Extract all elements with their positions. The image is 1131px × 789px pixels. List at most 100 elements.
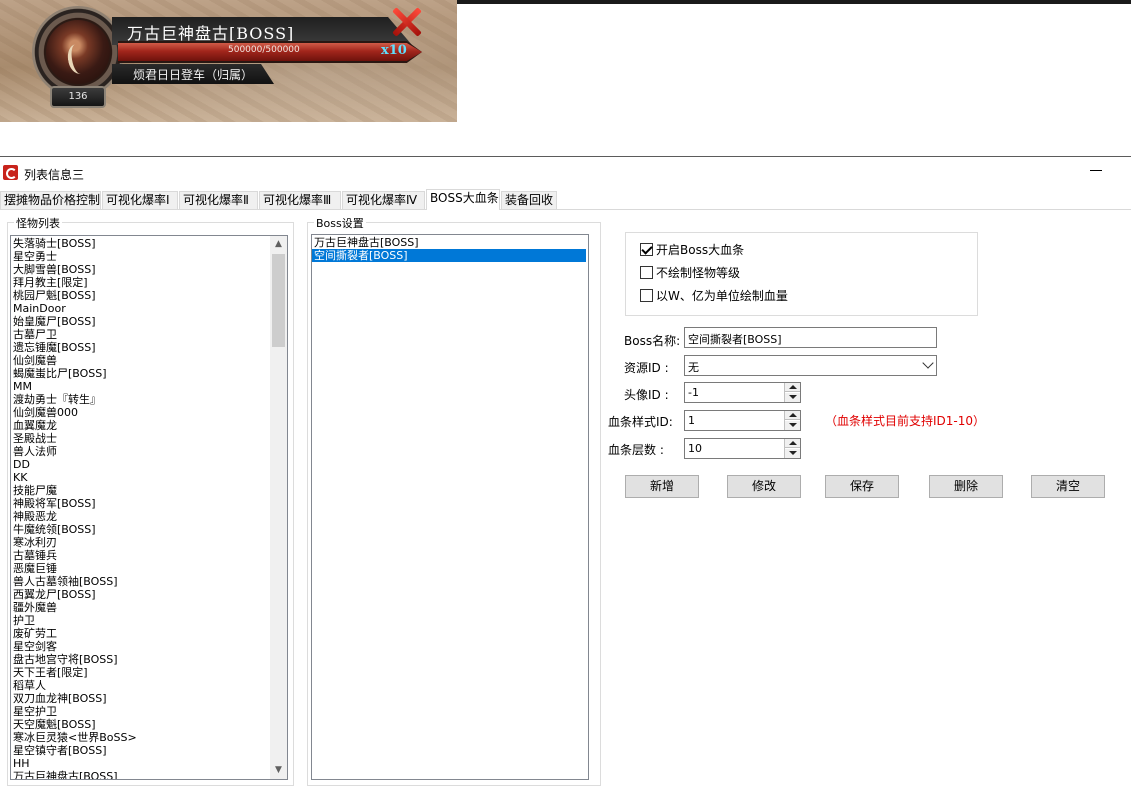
monster-list-item[interactable]: 始皇魔尸[BOSS] [11,315,269,328]
monster-list-item[interactable]: 圣殿战士 [11,432,269,445]
spin-down-icon[interactable] [785,393,800,402]
monster-list-item[interactable]: 盘古地宫守将[BOSS] [11,653,269,666]
monster-list-item[interactable]: 星空镇守者[BOSS] [11,744,269,757]
tab-boss-hp-bar[interactable]: BOSS大血条 [426,189,500,210]
bar-style-spin-buttons[interactable] [784,411,800,430]
boss-list-item[interactable]: 空间撕裂者[BOSS] [312,249,586,262]
monster-list-item[interactable]: 星空护卫 [11,705,269,718]
monster-list-item[interactable]: 星空剑客 [11,640,269,653]
monster-list-item[interactable]: 恶魔巨锤 [11,562,269,575]
chevron-down-icon[interactable] [922,357,934,369]
monster-list-item[interactable]: 技能尸魔 [11,484,269,497]
monster-list-item[interactable]: MainDoor [11,302,269,315]
spin-up-icon[interactable] [785,411,800,420]
monster-list-item[interactable]: 万古巨神盘古[BOSS] [11,770,269,779]
boss-portrait [46,20,110,84]
monster-list-item[interactable]: 古墓锤兵 [11,549,269,562]
tab-equip-recycle[interactable]: 装备回收 [501,191,557,209]
title-bar[interactable]: 列表信息三 [0,157,1131,187]
avatar-id-label: 头像ID : [624,388,669,402]
resource-id-label: 资源ID : [624,361,669,375]
tab-visual-drop-2[interactable]: 可视化爆率Ⅱ [179,191,258,209]
close-icon[interactable] [390,6,422,38]
monster-list-item[interactable]: 蝎魔蚩比尸[BOSS] [11,367,269,380]
monster-list-item[interactable]: 双刀血龙神[BOSS] [11,692,269,705]
boss-name-text: 万古巨神盘古[BOSS] [127,24,295,43]
scroll-down-icon[interactable]: ▼ [270,762,287,779]
add-button[interactable]: 新增 [625,475,699,498]
checkbox-checked-icon[interactable] [640,243,653,256]
checkbox-unchecked-icon[interactable] [640,266,653,279]
checkbox-unchecked-icon[interactable] [640,289,653,302]
window-title: 列表信息三 [24,168,85,182]
spin-up-icon[interactable] [785,383,800,392]
monster-list-item[interactable]: 神殿恶龙 [11,510,269,523]
boss-portrait-frame [32,6,124,98]
monster-list-item[interactable]: HH [11,757,269,770]
avatar-id-spin-buttons[interactable] [784,383,800,402]
avatar-id-stepper[interactable]: -1 [684,382,801,403]
monster-list-item[interactable]: 稻草人 [11,679,269,692]
monster-list-item[interactable]: 疆外魔兽 [11,601,269,614]
monster-list-item[interactable]: 护卫 [11,614,269,627]
monster-list-item[interactable]: 仙剑魔兽 [11,354,269,367]
resource-id-select[interactable]: 无 [684,355,937,376]
monster-list-item[interactable]: 仙剑魔兽000 [11,406,269,419]
wan-yi-units-label: 以W、亿为单位绘制血量 [656,289,788,303]
wan-yi-units-checkbox[interactable]: 以W、亿为单位绘制血量 [640,288,788,304]
monster-list-scrollbar[interactable]: ▲ ▼ [270,236,287,779]
monster-list-item[interactable]: 血翼魔龙 [11,419,269,432]
monster-list-item[interactable]: 古墓尸卫 [11,328,269,341]
delete-button[interactable]: 删除 [929,475,1003,498]
enable-boss-bar-checkbox[interactable]: 开启Boss大血条 [640,242,744,258]
monster-list-item[interactable]: 西翼龙尸[BOSS] [11,588,269,601]
monster-list-item[interactable]: 失落骑士[BOSS] [11,237,269,250]
bar-layers-label: 血条层数 : [608,443,664,457]
monster-list-item[interactable]: 桃园尸魁[BOSS] [11,289,269,302]
monster-list-item[interactable]: 寒冰利刃 [11,536,269,549]
no-monster-level-checkbox[interactable]: 不绘制怪物等级 [640,265,740,281]
bar-style-stepper[interactable]: 1 [684,410,801,431]
monster-list-item[interactable]: 牛魔统领[BOSS] [11,523,269,536]
monster-list-item[interactable]: 渡劫勇士『转生』 [11,393,269,406]
monster-listbox[interactable]: 失落骑士[BOSS] 星空勇士 大脚雪兽[BOSS] 拜月教主[限定] 桃园尸魁[BOS… [10,235,288,780]
scroll-thumb[interactable] [272,254,285,347]
tab-bar: 摆摊物品价格控制 可视化爆率Ⅰ 可视化爆率Ⅱ 可视化爆率Ⅲ 可视化爆率Ⅳ BOS… [0,189,1131,210]
monster-list-item[interactable]: 天下王者[限定] [11,666,269,679]
monster-list-item[interactable]: MM [11,380,269,393]
spin-up-icon[interactable] [785,439,800,448]
monster-list-item[interactable]: 废矿劳工 [11,627,269,640]
monster-list-item[interactable]: 拜月教主[限定] [11,276,269,289]
no-monster-level-label: 不绘制怪物等级 [656,266,741,280]
tab-visual-drop-3[interactable]: 可视化爆率Ⅲ [259,191,341,209]
tab-visual-drop-4[interactable]: 可视化爆率Ⅳ [342,191,425,209]
spin-down-icon[interactable] [785,421,800,430]
hp-layer-multiplier: x10 [381,43,407,58]
boss-settings-listbox[interactable]: 万古巨神盘古[BOSS] 空间撕裂者[BOSS] [311,234,589,780]
clear-button[interactable]: 清空 [1031,475,1105,498]
monster-list-item[interactable]: 寒冰巨灵猿<世界BoSS> [11,731,269,744]
tab-visual-drop-1[interactable]: 可视化爆率Ⅰ [102,191,178,209]
scroll-up-icon[interactable]: ▲ [270,236,287,253]
minimize-icon[interactable] [1090,170,1102,171]
monster-list-item[interactable]: DD [11,458,269,471]
monster-list-item[interactable]: KK [11,471,269,484]
owner-text: 烦君日日登车（归属） [133,68,254,82]
monster-list-item[interactable]: 天空魔魁[BOSS] [11,718,269,731]
monster-list-item[interactable]: 遗忘锤魔[BOSS] [11,341,269,354]
bar-layers-stepper[interactable]: 10 [684,438,801,459]
app-logo-icon [3,165,18,180]
boss-list-item[interactable]: 万古巨神盘古[BOSS] [312,236,586,249]
spin-down-icon[interactable] [785,449,800,458]
save-button[interactable]: 保存 [825,475,899,498]
boss-name-input[interactable]: 空间撕裂者[BOSS] [684,327,937,348]
boss-settings-label: Boss设置 [314,215,366,231]
bar-layers-spin-buttons[interactable] [784,439,800,458]
monster-list-item[interactable]: 星空勇士 [11,250,269,263]
monster-list-item[interactable]: 兽人法师 [11,445,269,458]
edit-button[interactable]: 修改 [727,475,801,498]
tab-stall-price[interactable]: 摆摊物品价格控制 [0,191,101,209]
monster-list-item[interactable]: 神殿将军[BOSS] [11,497,269,510]
monster-list-item[interactable]: 兽人古墓领袖[BOSS] [11,575,269,588]
monster-list-item[interactable]: 大脚雪兽[BOSS] [11,263,269,276]
